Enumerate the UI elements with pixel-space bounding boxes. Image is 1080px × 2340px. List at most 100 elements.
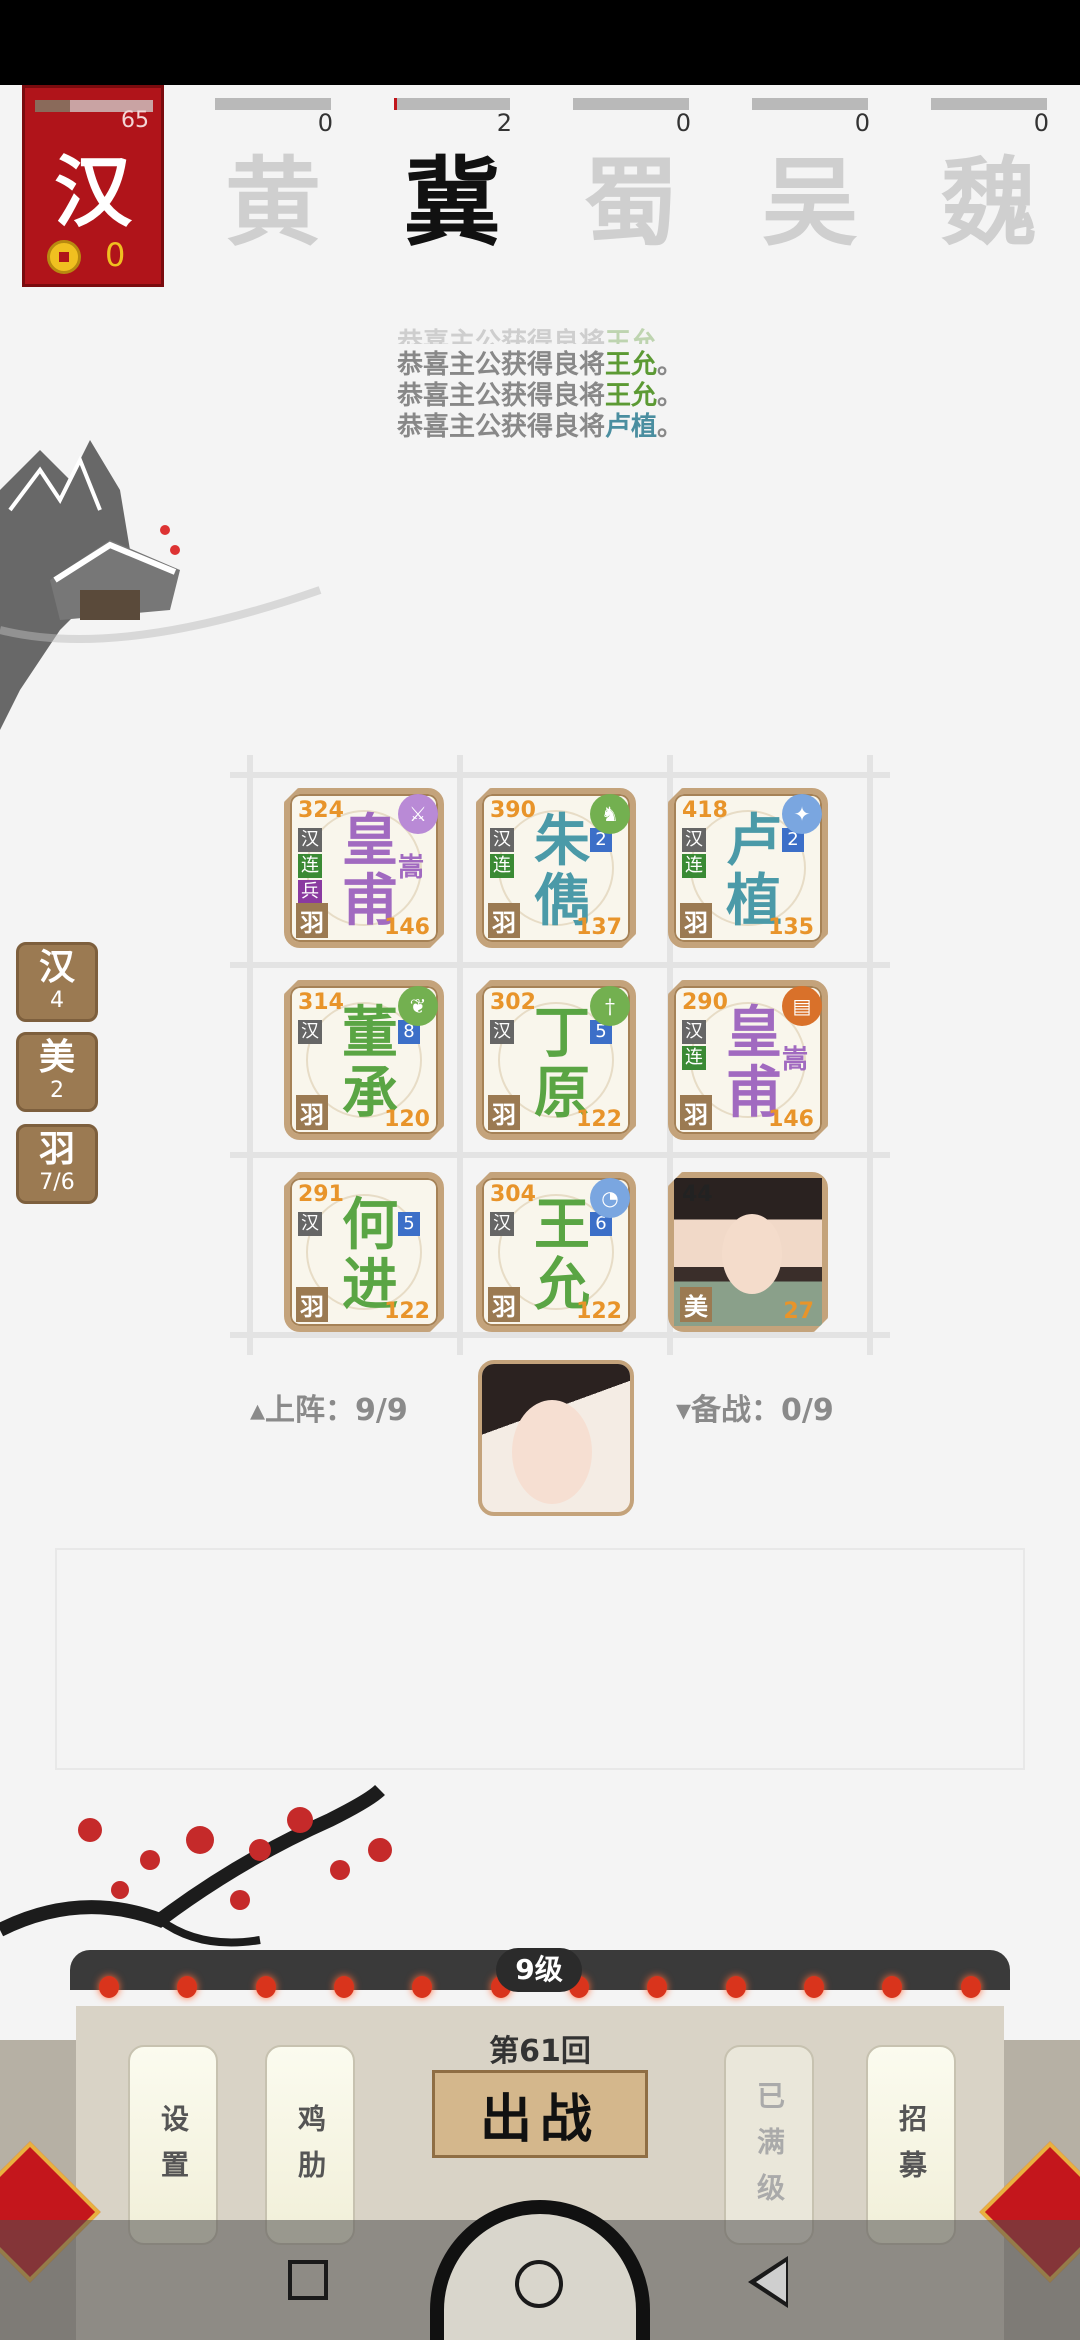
hero-tier: 羽: [680, 1095, 712, 1130]
faction-progress: [752, 98, 868, 110]
hero-title: 嵩: [398, 853, 425, 883]
synergy-counter[interactable]: 羽 7/6: [16, 1124, 98, 1204]
synergy-label: 美: [38, 1036, 75, 1078]
faction-progress: [394, 98, 510, 110]
hero-hp: 120: [384, 1107, 430, 1132]
faction-name: 魏: [941, 146, 1037, 259]
recent-apps-icon[interactable]: [288, 2260, 328, 2300]
faction-tab[interactable]: 2冀: [392, 95, 512, 259]
hero-card[interactable]: 291 汉何进 122 羽 5: [284, 1172, 444, 1332]
message-line: 恭喜主公获得良将王允。: [396, 381, 684, 411]
hero-name: 皇甫: [726, 1001, 782, 1126]
hero-hp: 122: [576, 1299, 622, 1324]
hero-card[interactable]: 390 汉连朱儁 137 羽 2 ♞: [476, 788, 636, 948]
hero-tag: 汉: [490, 1020, 514, 1044]
hero-name: 卢植: [604, 412, 657, 442]
lantern-icon: [882, 1976, 903, 1998]
faction-name: 黄: [225, 146, 321, 259]
settings-button[interactable]: 设置: [128, 2045, 218, 2245]
snow-landscape-image: [0, 440, 322, 730]
leaf-icon: ❦: [398, 986, 438, 1026]
back-icon[interactable]: [748, 2256, 788, 2308]
hero-atk: 44: [682, 1182, 713, 1207]
faction-tab[interactable]: 0黄: [213, 95, 333, 259]
lantern-icon: [725, 1976, 746, 1998]
hero-hp: 122: [576, 1107, 622, 1132]
lantern-icon: [255, 1976, 276, 1998]
chicken-rib-button[interactable]: 鸡肋: [265, 2045, 355, 2245]
faction-tab[interactable]: 0魏: [929, 95, 1049, 259]
hero-card[interactable]: 304 汉王允 122 羽 6 ◔: [476, 1172, 636, 1332]
hero-hp: 146: [384, 915, 430, 940]
hero-tag: 汉: [490, 1212, 514, 1236]
hero-name: 王允: [604, 328, 657, 344]
hero-name: 朱儁: [534, 809, 590, 934]
hero-hp: 135: [768, 915, 814, 940]
hero-tier: 羽: [488, 1287, 520, 1322]
hero-atk: 304: [490, 1182, 536, 1207]
hero-atk: 418: [682, 798, 728, 823]
faction-han-panel[interactable]: 65 汉 0: [22, 85, 164, 287]
hero-atk: 314: [298, 990, 344, 1015]
hero-tag: 汉: [682, 1020, 706, 1044]
lantern-icon: [334, 1976, 355, 1998]
hero-atk: 302: [490, 990, 536, 1015]
hero-name: 卢植: [726, 809, 782, 934]
lantern-icon: [647, 1976, 668, 1998]
fan-icon: ◔: [590, 1178, 630, 1218]
selected-hero-portrait[interactable]: [478, 1360, 634, 1516]
lantern-icon: [412, 1976, 433, 1998]
message-line: 恭喜主公获得良将王允。: [396, 350, 684, 380]
hero-atk: 390: [490, 798, 536, 823]
home-icon[interactable]: [515, 2260, 563, 2308]
hero-tag: 连: [490, 854, 514, 878]
hero-tag: 汉: [490, 828, 514, 852]
faction-han-name: 汉: [53, 147, 132, 238]
hero-tag: 连: [682, 1046, 706, 1070]
sword-icon: ⚔: [398, 794, 438, 834]
synergy-label: 羽: [38, 1128, 75, 1170]
faction-tab[interactable]: 0吴: [750, 95, 870, 259]
hero-title: 嵩: [782, 1045, 809, 1075]
synergy-counter[interactable]: 美2: [16, 1032, 98, 1112]
hero-hp: 146: [768, 1107, 814, 1132]
message-line: 恭喜主公获得良将卢植。: [396, 412, 684, 442]
hero-tag: 连: [298, 854, 322, 878]
lantern-icon: [804, 1976, 825, 1998]
recruit-button[interactable]: 招募: [866, 2045, 956, 2245]
hero-tier: 羽: [296, 1095, 328, 1130]
hero-card-beauty[interactable]: 44 27 美: [668, 1172, 828, 1332]
synergy-value: 2: [50, 1078, 64, 1103]
hero-hp: 27: [783, 1299, 814, 1324]
hero-name: 董承: [342, 1001, 398, 1126]
hero-name: 何进: [342, 1193, 398, 1318]
lantern-icon: [177, 1976, 198, 1998]
reserve-count: ▾备战：0/9: [676, 1393, 834, 1428]
hero-tag: 汉: [298, 1020, 322, 1044]
hero-card[interactable]: 302 汉丁原 122 羽 5 †: [476, 980, 636, 1140]
deployed-count: ▴上阵：9/9: [250, 1393, 408, 1428]
hero-card[interactable]: 314 汉董承 120 羽 8 ❦: [284, 980, 444, 1140]
level-badge: 9级: [496, 1948, 582, 1992]
faction-progress: [215, 98, 331, 110]
hero-card[interactable]: 324 汉连兵皇甫 146 羽 嵩 ⚔: [284, 788, 444, 948]
hero-hp: 137: [576, 915, 622, 940]
faction-progress: [931, 98, 1047, 110]
horse-icon: ♞: [590, 794, 630, 834]
spark-icon: ✦: [782, 794, 822, 834]
hero-card[interactable]: 290 汉连皇甫 146 羽 嵩 ▤: [668, 980, 828, 1140]
max-level-button[interactable]: 已满级: [724, 2045, 814, 2245]
hero-tier: 羽: [296, 1287, 328, 1322]
hero-card[interactable]: 418 汉连卢植 135 羽 2 ✦: [668, 788, 828, 948]
lantern-icon: [960, 1976, 981, 1998]
hero-tier: 羽: [296, 903, 328, 938]
round-label: 第61回: [489, 2034, 591, 2069]
fight-button[interactable]: 出战: [432, 2070, 648, 2158]
reserve-bench[interactable]: [55, 1548, 1025, 1770]
synergy-counter[interactable]: 汉4: [16, 942, 98, 1022]
faction-tab[interactable]: 0蜀: [571, 95, 691, 259]
lantern-icon: [99, 1976, 120, 1998]
faction-progress: [573, 98, 689, 110]
hero-tag: 汉: [298, 828, 322, 852]
hero-tag: 汉: [298, 1212, 322, 1236]
